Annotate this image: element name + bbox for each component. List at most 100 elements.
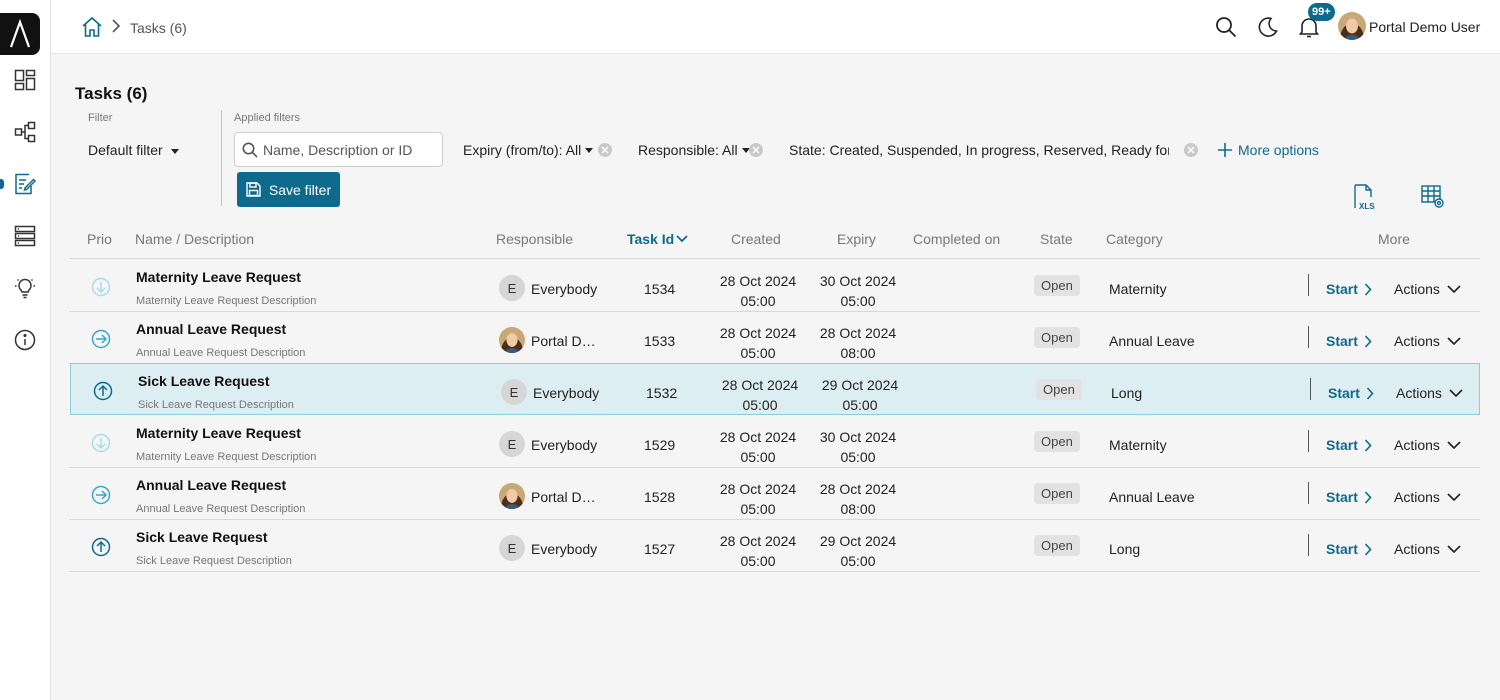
priority-high-icon (93, 381, 113, 401)
expiry-day: 28 Oct 2024 (819, 481, 897, 497)
more-options-label: More options (1238, 142, 1319, 158)
search-icon[interactable] (1214, 15, 1238, 39)
responsible-initial: E (507, 436, 517, 452)
created-day: 28 Oct 2024 (719, 533, 797, 549)
tasks-icon[interactable] (13, 172, 37, 196)
task-id: 1527 (644, 541, 676, 557)
col-expiry[interactable]: Expiry (837, 231, 876, 247)
actions-dropdown[interactable]: Actions (1394, 489, 1461, 505)
state-badge: Open (1034, 483, 1080, 504)
start-button[interactable]: Start (1326, 437, 1372, 453)
default-filter-dropdown[interactable]: Default filter (88, 142, 179, 158)
search-input[interactable] (263, 139, 438, 161)
state-filter-chip[interactable]: State: Created, Suspended, In progress, … (789, 142, 1169, 158)
applied-filters-label: Applied filters (234, 112, 301, 124)
created-date: 28 Oct 2024 05:00 (713, 271, 803, 311)
col-prio[interactable]: Prio (87, 231, 112, 247)
expiry-day: 28 Oct 2024 (819, 325, 897, 341)
search-field[interactable] (234, 132, 443, 167)
table-row[interactable]: Sick Leave Request Sick Leave Request Des… (70, 363, 1480, 415)
start-button[interactable]: Start (1326, 281, 1372, 297)
task-description: Maternity Leave Request Description (136, 295, 317, 307)
sort-desc-icon (676, 235, 688, 243)
task-description: Maternity Leave Request Description (136, 451, 317, 463)
actions-dropdown[interactable]: Actions (1394, 437, 1461, 453)
cases-icon[interactable] (13, 224, 37, 248)
user-name[interactable]: Portal Demo User (1369, 19, 1480, 35)
table-row[interactable]: Annual Leave Request Annual Leave Request… (69, 468, 1480, 520)
task-name[interactable]: Maternity Leave Request (136, 269, 301, 285)
task-name[interactable]: Annual Leave Request (136, 477, 286, 493)
export-xls-icon[interactable]: XLS (1351, 183, 1379, 211)
ideas-icon[interactable] (13, 276, 37, 300)
col-created[interactable]: Created (731, 231, 781, 247)
col-completed[interactable]: Completed on (913, 231, 1000, 247)
sidebar (0, 0, 51, 700)
col-more: More (1378, 231, 1410, 247)
table-row[interactable]: Annual Leave Request Annual Leave Request… (69, 312, 1480, 364)
clear-state-icon[interactable] (1184, 143, 1198, 157)
responsible-avatar: E (499, 431, 525, 457)
table-settings-icon[interactable] (1419, 183, 1447, 211)
save-filter-button[interactable]: Save filter (237, 172, 340, 207)
chevron-right-icon (1366, 386, 1374, 400)
actions-dropdown[interactable]: Actions (1394, 281, 1461, 297)
task-name[interactable]: Sick Leave Request (136, 529, 268, 545)
task-id: 1534 (644, 281, 676, 297)
info-icon[interactable] (13, 328, 37, 352)
start-button[interactable]: Start (1326, 489, 1372, 505)
start-label: Start (1326, 489, 1358, 505)
priority-normal-icon (91, 485, 111, 505)
actions-dropdown[interactable]: Actions (1394, 541, 1461, 557)
responsible-filter-chip[interactable]: Responsible: All (638, 142, 750, 158)
col-task-id[interactable]: Task Id (627, 231, 688, 247)
table-row[interactable]: Sick Leave Request Sick Leave Request Des… (69, 520, 1480, 572)
col-name[interactable]: Name / Description (135, 231, 254, 247)
table-row[interactable]: Maternity Leave Request Maternity Leave R… (69, 416, 1480, 468)
col-responsible[interactable]: Responsible (496, 231, 573, 247)
actions-dropdown[interactable]: Actions (1394, 333, 1461, 349)
start-button[interactable]: Start (1326, 541, 1372, 557)
user-avatar[interactable] (1338, 12, 1366, 40)
task-name[interactable]: Sick Leave Request (138, 373, 270, 389)
priority-high-icon (91, 537, 111, 557)
task-description: Sick Leave Request Description (136, 555, 292, 567)
processes-icon[interactable] (13, 120, 37, 144)
chevron-right-icon (111, 19, 123, 33)
created-time: 05:00 (740, 293, 776, 309)
search-icon (242, 142, 258, 158)
filter-divider (221, 110, 222, 206)
created-date: 28 Oct 2024 05:00 (713, 323, 803, 363)
table-row[interactable]: Maternity Leave Request Maternity Leave R… (69, 260, 1480, 312)
notification-badge: 99+ (1308, 3, 1335, 21)
expiry-time: 08:00 (840, 501, 876, 517)
task-name[interactable]: Annual Leave Request (136, 321, 286, 337)
created-time: 05:00 (740, 449, 776, 465)
expiry-time: 05:00 (840, 449, 876, 465)
expiry-filter-chip[interactable]: Expiry (from/to): All (463, 142, 594, 158)
expiry-time: 05:00 (840, 293, 876, 309)
home-icon[interactable] (81, 16, 103, 38)
expiry-day: 30 Oct 2024 (819, 429, 897, 445)
action-divider (1308, 326, 1309, 348)
start-button[interactable]: Start (1328, 385, 1374, 401)
task-name[interactable]: Maternity Leave Request (136, 425, 301, 441)
clear-responsible-icon[interactable] (749, 143, 763, 157)
actions-dropdown[interactable]: Actions (1396, 385, 1463, 401)
app-logo-icon[interactable] (0, 13, 40, 55)
dashboard-icon[interactable] (13, 68, 37, 92)
start-button[interactable]: Start (1326, 333, 1372, 349)
more-options-button[interactable]: More options (1218, 142, 1319, 158)
task-category: Maternity (1109, 281, 1167, 297)
task-category: Long (1109, 541, 1141, 557)
start-label: Start (1326, 281, 1358, 297)
col-state[interactable]: State (1040, 231, 1073, 247)
dark-mode-icon[interactable] (1256, 15, 1280, 39)
col-category[interactable]: Category (1106, 231, 1163, 247)
chevron-down-icon (1447, 545, 1461, 553)
start-label: Start (1326, 437, 1358, 453)
state-badge: Open (1034, 327, 1080, 348)
active-nav-marker (0, 179, 4, 189)
responsible-name: Portal Demo User (531, 489, 603, 505)
clear-expiry-icon[interactable] (598, 143, 612, 157)
